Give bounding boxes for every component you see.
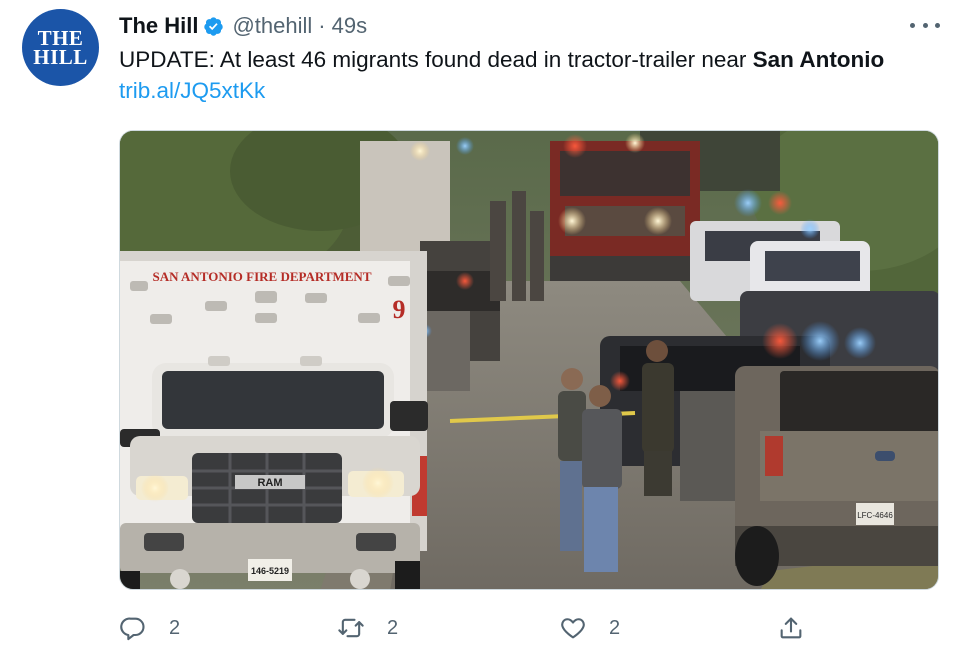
like-count: 2 [609,616,621,639]
tweet[interactable]: THE HILL The Hill @thehill · 49s UPDATE:… [0,0,960,660]
ambulance-label: SAN ANTONIO FIRE DEPARTMENT [152,269,371,284]
officer-figure [558,368,586,551]
reply-icon [120,617,145,641]
tweet-photo[interactable]: LFC-4646 SAN ANTONIO FIRE DEPARTMENT 9 R… [119,130,939,590]
avatar[interactable]: THE HILL [22,9,99,86]
grille-badge: RAM [257,477,282,489]
like-icon [561,618,585,639]
scene-photo: LFC-4646 SAN ANTONIO FIRE DEPARTMENT 9 R… [120,131,938,589]
timestamp[interactable]: 49s [332,13,367,39]
retweet-button[interactable]: 2 [337,612,398,644]
officer-figure [642,340,674,496]
share-icon [780,617,802,639]
tweet-link[interactable]: trib.al/JQ5xtKk [119,78,265,103]
reply-count: 2 [169,616,181,639]
retweet-icon [338,618,364,638]
display-name[interactable]: The Hill [119,13,198,39]
avatar-text-line2: HILL [33,44,88,69]
truck-plate: LFC-4646 [857,511,893,520]
ambulance-unit-number: 9 [393,295,406,324]
tweet-actions: 2 2 2 [119,612,939,644]
handle[interactable]: @thehill [232,13,312,39]
tweet-text-bold: San Antonio [752,47,885,72]
ambulance-plate: 146-5219 [251,566,289,576]
tweet-text: UPDATE: At least 46 migrants found dead … [119,44,919,106]
more-icon[interactable] [910,13,940,37]
officer-figure [582,385,622,572]
reply-button[interactable]: 2 [119,612,180,644]
retweet-count: 2 [387,616,399,639]
like-button[interactable]: 2 [559,612,620,644]
separator-dot: · [318,13,326,38]
verified-badge-icon [204,16,224,36]
tweet-text-body: UPDATE: At least 46 migrants found dead … [119,47,753,72]
tweet-header: The Hill @thehill · 49s [119,11,367,41]
share-button[interactable] [777,612,805,644]
